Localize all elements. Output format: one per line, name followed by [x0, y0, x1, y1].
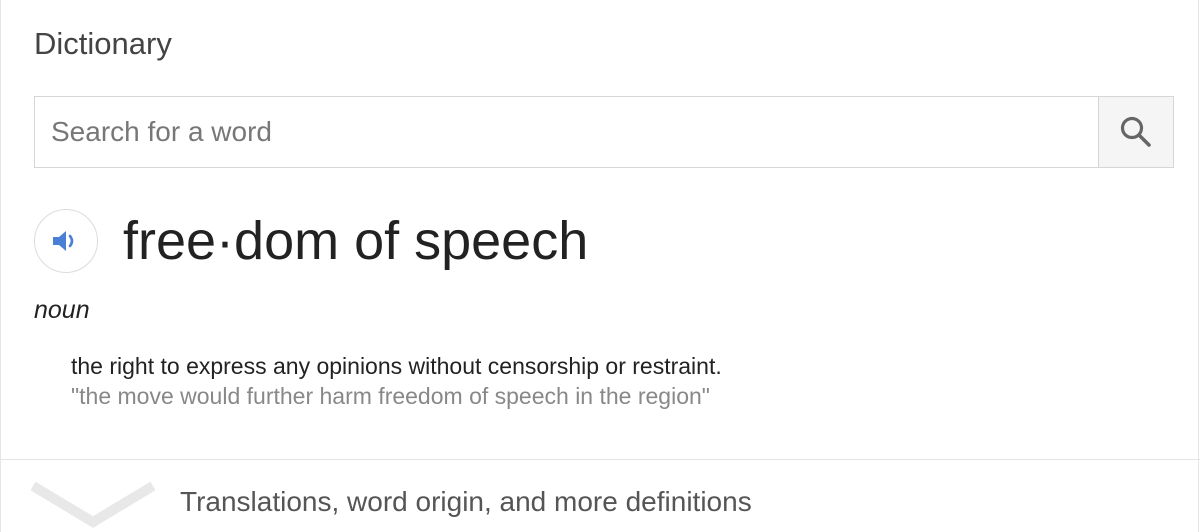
- dictionary-card: Dictionary free·dom of speech noun the r…: [0, 0, 1200, 532]
- example-sentence: "the move would further harm freedom of …: [71, 383, 710, 409]
- search-button[interactable]: [1098, 97, 1173, 167]
- speaker-icon: [53, 231, 74, 251]
- search-icon: [1120, 116, 1151, 147]
- pronunciation-audio-button[interactable]: [34, 209, 98, 273]
- part-of-speech: noun: [34, 296, 90, 324]
- more-definitions-link[interactable]: Translations, word origin, and more defi…: [1, 460, 1200, 532]
- widget-title: Dictionary: [34, 26, 172, 61]
- search-box: [34, 96, 1174, 168]
- search-input[interactable]: [35, 97, 1099, 167]
- definition-text: the right to express any opinions withou…: [71, 353, 722, 379]
- chevron-down-icon: [31, 481, 155, 528]
- headword: free·dom of speech: [123, 211, 589, 271]
- more-definitions-label: Translations, word origin, and more defi…: [180, 486, 752, 517]
